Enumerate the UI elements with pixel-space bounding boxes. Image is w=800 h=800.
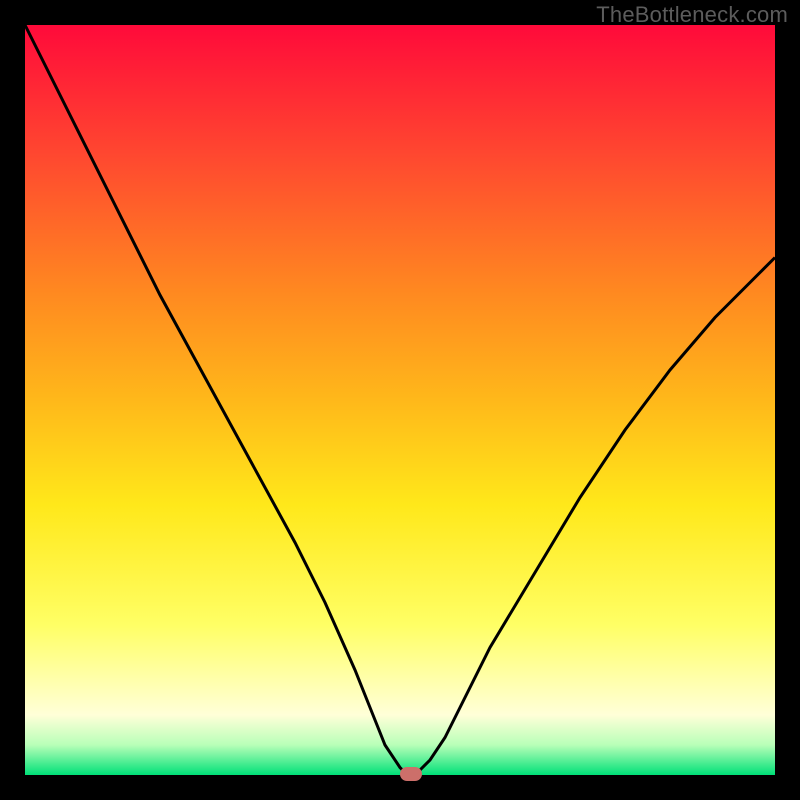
optimal-point-marker <box>400 767 422 781</box>
chart-frame: TheBottleneck.com <box>0 0 800 800</box>
chart-svg <box>25 25 775 775</box>
watermark-text: TheBottleneck.com <box>596 2 788 28</box>
bottleneck-curve <box>25 25 775 775</box>
